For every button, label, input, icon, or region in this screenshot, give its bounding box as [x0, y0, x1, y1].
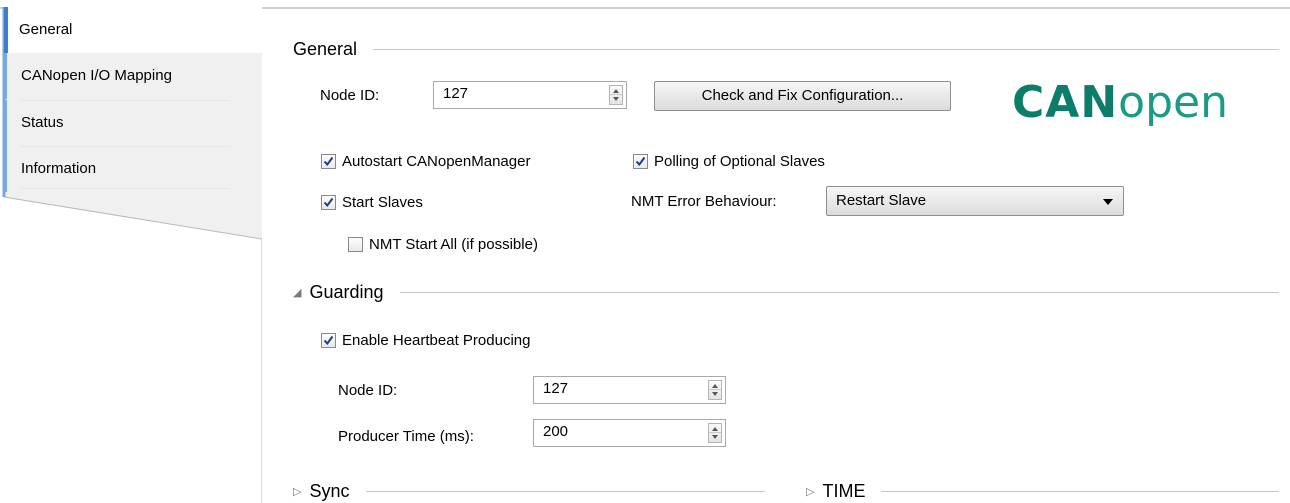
sync-group-header[interactable]: ▷ Sync: [293, 480, 765, 502]
time-group-title: TIME: [822, 480, 866, 501]
group-divider: [399, 291, 1279, 293]
polling-label: Polling of Optional Slaves: [654, 152, 825, 170]
autostart-canopenmanager-checkbox[interactable]: Autostart CANopenManager: [321, 151, 530, 171]
producer-time-value: 200: [543, 423, 569, 440]
nmt-error-behaviour-value: Restart Slave: [836, 192, 927, 209]
guarding-node-id-value: 127: [543, 380, 569, 397]
producer-time-spin-arrows[interactable]: [708, 423, 722, 443]
canopen-logo: CANopen: [1012, 78, 1228, 128]
checkbox-checked-icon: [321, 194, 336, 210]
autostart-label: Autostart CANopenManager: [342, 152, 531, 170]
nmt-start-all-checkbox[interactable]: NMT Start All (if possible): [348, 234, 538, 254]
tab-canopen-io-mapping[interactable]: CANopen I/O Mapping: [4, 53, 262, 99]
nmt-error-behaviour-select[interactable]: Restart Slave: [826, 186, 1124, 216]
logo-can-text: CAN: [1012, 77, 1119, 128]
guarding-group-title: Guarding: [309, 281, 384, 302]
nmt-start-all-label: NMT Start All (if possible): [369, 235, 538, 253]
producer-time-label: Producer Time (ms):: [338, 428, 474, 445]
start-slaves-checkbox[interactable]: Start Slaves: [321, 192, 423, 212]
node-id-label: Node ID:: [320, 87, 380, 104]
group-divider: [365, 490, 765, 492]
guarding-node-id-spinbox[interactable]: 127: [533, 376, 726, 404]
tab-status-label: Status: [21, 114, 64, 131]
guarding-node-id-spin-arrows[interactable]: [708, 380, 722, 400]
general-group-header: General: [293, 38, 1279, 60]
tab-general[interactable]: General: [4, 7, 262, 53]
nmt-error-behaviour-label: NMT Error Behaviour:: [631, 193, 777, 210]
checkbox-checked-icon: [321, 332, 336, 348]
checkbox-checked-icon: [633, 153, 648, 169]
logo-open-text: open: [1118, 77, 1228, 128]
collapsed-triangle-icon[interactable]: ▷: [293, 485, 301, 498]
start-slaves-label: Start Slaves: [342, 193, 423, 211]
checkbox-checked-icon: [321, 153, 336, 169]
tab-information-label: Information: [21, 160, 97, 177]
node-id-value: 127: [443, 85, 469, 102]
enable-heartbeat-checkbox[interactable]: Enable Heartbeat Producing: [321, 330, 530, 350]
sync-group-title: Sync: [309, 480, 350, 501]
guarding-group-header[interactable]: ◢ Guarding: [293, 281, 1279, 303]
tab-status[interactable]: Status: [4, 100, 262, 146]
polling-optional-slaves-checkbox[interactable]: Polling of Optional Slaves: [633, 151, 825, 171]
time-group-header[interactable]: ▷ TIME: [806, 480, 1279, 502]
check-fix-configuration-button[interactable]: Check and Fix Configuration...: [654, 81, 951, 111]
tab-separator: [20, 188, 230, 189]
general-group-title: General: [293, 38, 358, 59]
group-divider: [881, 490, 1279, 492]
expanded-triangle-icon[interactable]: ◢: [293, 286, 301, 299]
tab-panel: General CANopen I/O Mapping Status Infor…: [0, 7, 262, 503]
tab-canopen-io-mapping-label: CANopen I/O Mapping: [21, 67, 172, 84]
group-divider: [373, 48, 1279, 50]
node-id-spin-arrows[interactable]: [609, 85, 623, 105]
tab-information[interactable]: Information: [4, 146, 262, 192]
guarding-node-id-label: Node ID:: [338, 382, 398, 399]
checkbox-unchecked-icon: [348, 236, 363, 252]
collapsed-triangle-icon[interactable]: ▷: [806, 485, 814, 498]
producer-time-spinbox[interactable]: 200: [533, 419, 726, 447]
node-id-spinbox[interactable]: 127: [433, 81, 627, 109]
chevron-down-icon: [1103, 199, 1113, 205]
tab-general-label: General: [19, 21, 73, 38]
enable-heartbeat-label: Enable Heartbeat Producing: [342, 331, 531, 349]
